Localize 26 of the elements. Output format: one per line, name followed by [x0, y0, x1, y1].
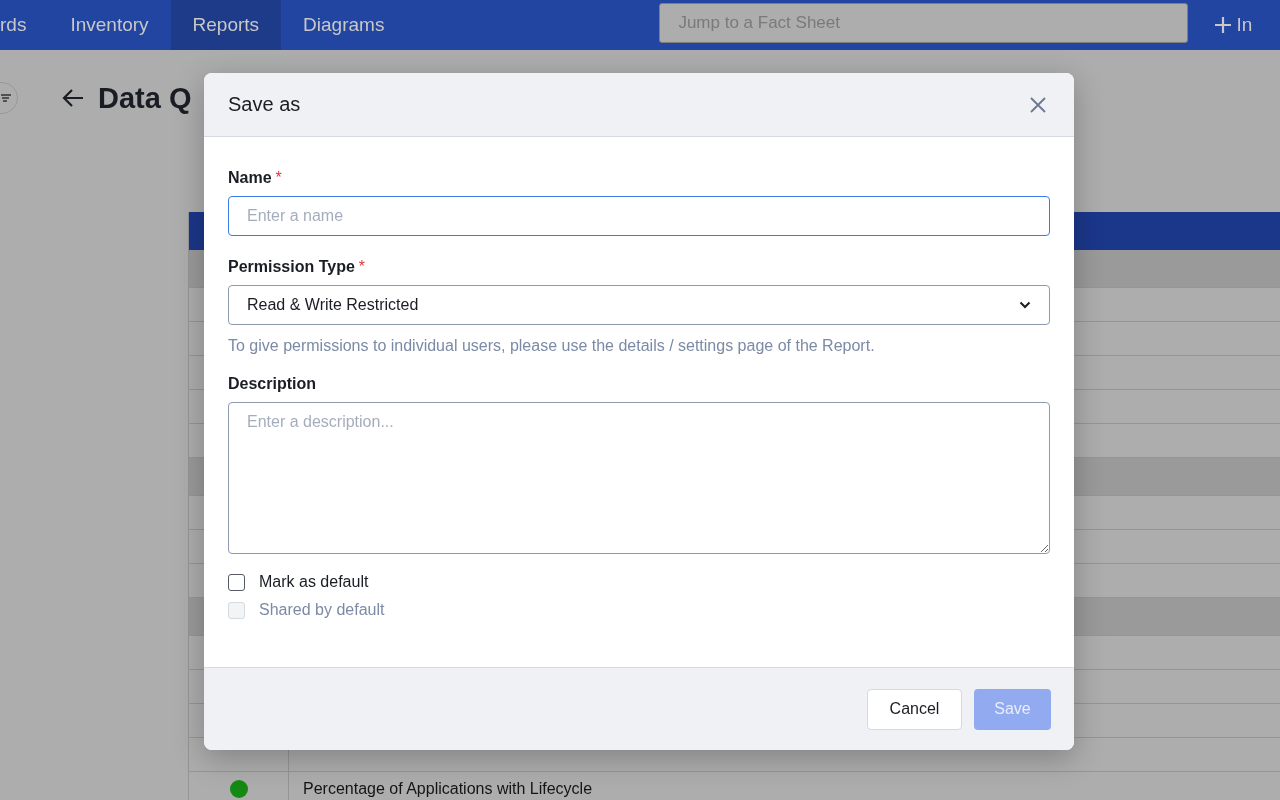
- cancel-button[interactable]: Cancel: [867, 688, 962, 730]
- nav-tab[interactable]: rds: [0, 0, 49, 50]
- hint-text: To give permissions to individual users, please use the details / settings page of the Report.: [228, 337, 876, 355]
- page-title: Data Q: [98, 81, 192, 115]
- description-input[interactable]: Enter a description...: [228, 402, 1050, 554]
- name-input[interactable]: Enter a name: [228, 196, 1050, 236]
- field-label: Description: [228, 375, 316, 393]
- checkbox-label: Mark as default: [259, 573, 369, 591]
- nav-tab[interactable]: Inventory: [48, 0, 171, 50]
- table-cell-text: Percentage of Applications with Lifecycle: [303, 779, 594, 798]
- field-label: Permission Type: [228, 258, 355, 276]
- nav-tab[interactable]: Reports: [170, 0, 282, 50]
- required-mark: *: [275, 169, 282, 187]
- required-mark: *: [358, 258, 366, 276]
- nav-tab[interactable]: Diagrams: [281, 0, 407, 50]
- dialog-title: Save as: [228, 93, 301, 116]
- new-button[interactable]: In: [1214, 0, 1253, 50]
- filter-icon: [1, 93, 11, 103]
- checkbox[interactable]: [228, 573, 245, 591]
- permission-select[interactable]: Read & Write Restricted: [228, 285, 1050, 325]
- field-label: Name: [228, 169, 272, 187]
- checkbox-label: Shared by default: [259, 601, 385, 619]
- chevron-down-icon: [1019, 301, 1031, 309]
- back-arrow-icon[interactable]: [62, 88, 84, 108]
- close-icon[interactable]: [1030, 96, 1046, 113]
- plus-icon: [1214, 16, 1233, 34]
